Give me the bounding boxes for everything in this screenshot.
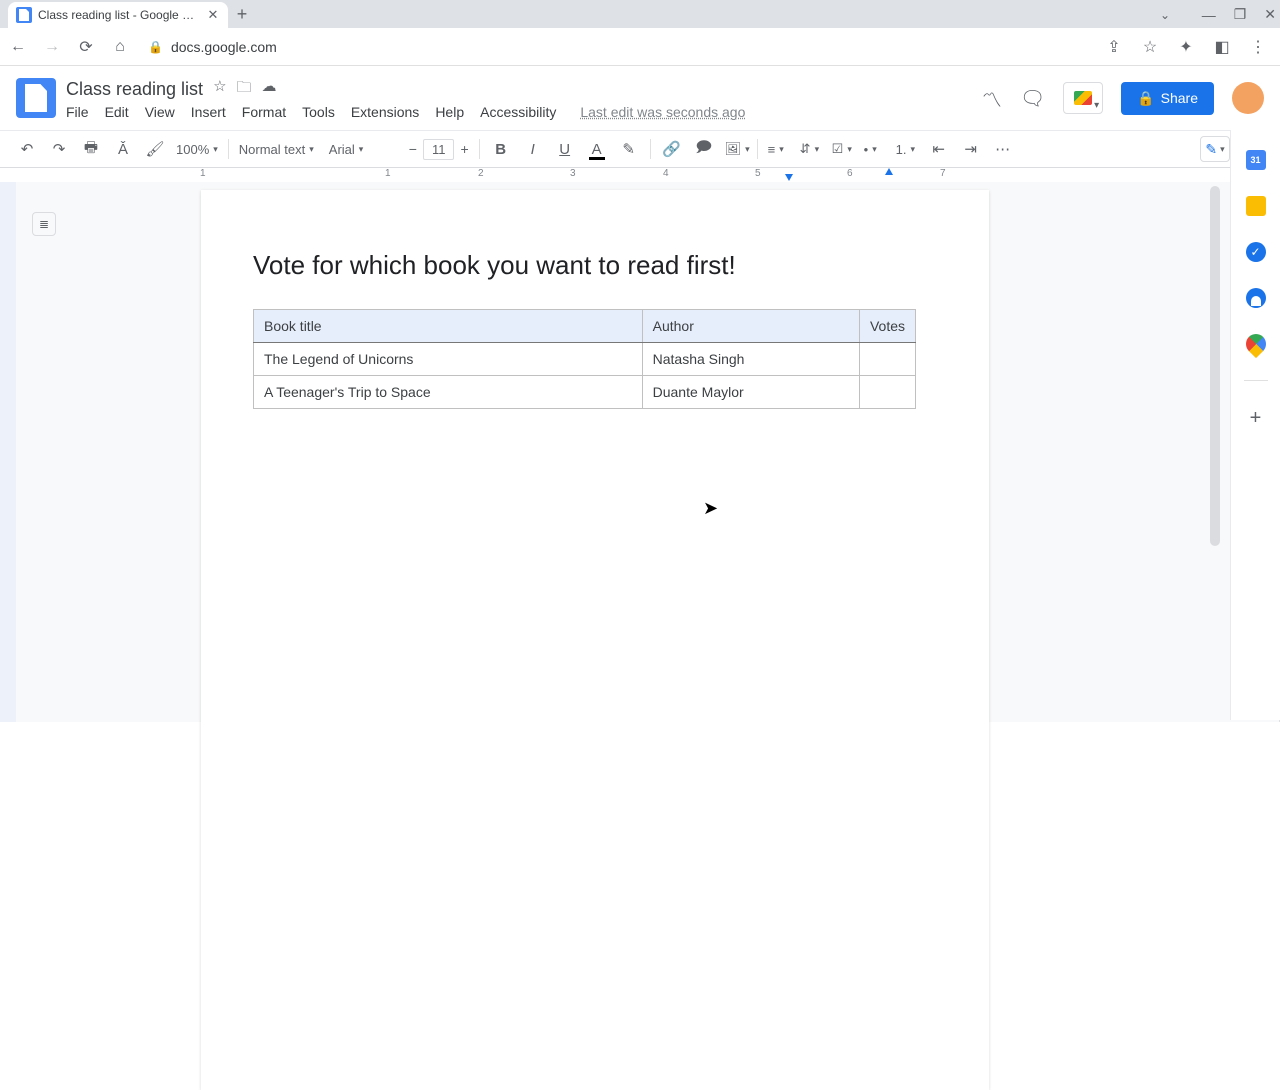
close-window-icon[interactable]: ✕ [1264,6,1276,23]
bold-icon[interactable]: B [490,141,512,158]
bullet-list-icon[interactable]: • [864,142,886,157]
menu-insert[interactable]: Insert [191,104,226,120]
extensions-icon[interactable]: ✦ [1176,37,1196,57]
table-row[interactable]: The Legend of Unicorns Natasha Singh [254,343,916,376]
contacts-icon[interactable] [1246,288,1266,308]
menu-edit[interactable]: Edit [105,104,129,120]
last-edit-link[interactable]: Last edit was seconds ago [580,104,745,120]
vertical-ruler[interactable] [0,182,16,722]
lock-icon: 🔒 [148,40,163,54]
menu-view[interactable]: View [145,104,175,120]
style-select[interactable]: Normal text [239,142,319,157]
decrease-font-icon[interactable]: − [409,141,417,157]
menu-help[interactable]: Help [435,104,464,120]
col-author[interactable]: Author [642,310,859,343]
forward-icon[interactable]: → [42,38,62,56]
comment-add-icon[interactable]: 🗩 [693,137,715,162]
share-label: Share [1161,90,1198,106]
book-table[interactable]: Book title Author Votes The Legend of Un… [253,309,916,409]
bookmark-icon[interactable]: ☆ [1140,37,1160,57]
print-icon[interactable]: 🖶 [80,137,102,162]
address-bar[interactable]: 🔒 docs.google.com [142,39,1092,55]
sidepanel-icon[interactable]: ◧ [1212,37,1232,57]
link-icon[interactable]: 🔗 [661,140,683,158]
reload-icon[interactable]: ⟳ [76,37,96,57]
underline-icon[interactable]: U [554,141,576,158]
align-icon[interactable]: ≡ [768,142,790,157]
doc-heading[interactable]: Vote for which book you want to read fir… [253,250,937,281]
canvas: ≣ Vote for which book you want to read f… [0,182,1280,722]
image-insert-icon[interactable]: 🖼 [725,141,747,157]
side-panel: + [1230,130,1280,720]
calendar-icon[interactable] [1246,150,1266,170]
cloud-status-icon[interactable]: ☁ [262,77,277,102]
keep-icon[interactable] [1246,196,1266,216]
indent-marker-icon[interactable] [785,174,793,181]
toolbar: ↶ ↷ 🖶 Ǎ 🖌 100% Normal text Arial − 11 + … [0,130,1280,168]
highlight-icon[interactable]: ✎ [618,140,640,158]
chrome-menu-icon[interactable]: ⋮ [1248,37,1268,57]
document-page[interactable]: Vote for which book you want to read fir… [201,190,989,1090]
editing-mode-button[interactable]: ✎ [1200,136,1230,162]
increase-font-icon[interactable]: + [460,141,468,157]
browser-tab-strip: Class reading list - Google Docs ✕ + ⌄ ―… [0,0,1280,28]
move-icon[interactable]: 🗀 [237,77,252,102]
close-tab-icon[interactable]: ✕ [206,8,220,22]
url-text: docs.google.com [171,39,277,55]
meet-button[interactable] [1063,82,1103,114]
new-tab-button[interactable]: + [228,0,256,28]
indent-icon[interactable]: ⇥ [960,140,982,158]
account-avatar[interactable] [1232,82,1264,114]
checklist-icon[interactable]: ☑ [832,141,854,157]
docs-header: Class reading list ☆ 🗀 ☁ File Edit View … [0,66,1280,130]
share-page-icon[interactable]: ⇪ [1104,37,1124,57]
address-bar-row: ← → ⟳ ⌂ 🔒 docs.google.com ⇪ ☆ ✦ ◧ ⋮ [0,28,1280,66]
menu-file[interactable]: File [66,104,89,120]
back-icon[interactable]: ← [8,38,28,56]
line-spacing-icon[interactable]: ⇵ [800,141,822,157]
outdent-icon[interactable]: ⇤ [928,140,950,158]
menu-accessibility[interactable]: Accessibility [480,104,556,120]
zoom-select[interactable]: 100% [176,142,218,157]
outline-toggle-icon[interactable]: ≣ [32,212,56,236]
star-icon[interactable]: ☆ [213,77,226,102]
table-row[interactable]: A Teenager's Trip to Space Duante Maylor [254,376,916,409]
maps-icon[interactable] [1241,330,1269,358]
tabs-chevron-icon[interactable]: ⌄ [1160,8,1170,22]
maximize-icon[interactable]: ❐ [1234,6,1247,23]
number-list-icon[interactable]: 1. [896,142,918,157]
scrollbar[interactable] [1209,182,1221,722]
meet-icon [1074,91,1092,105]
paint-format-icon[interactable]: 🖌 [144,140,166,158]
more-tools-icon[interactable]: ⋯ [992,140,1014,158]
comments-icon[interactable]: 🗨 [1020,86,1045,111]
col-votes[interactable]: Votes [859,310,915,343]
doc-title[interactable]: Class reading list [66,79,203,100]
lock-share-icon: 🔒 [1137,90,1154,107]
font-size-input[interactable]: 11 [423,139,455,160]
activity-icon[interactable]: 〽 [982,84,1002,113]
home-icon[interactable]: ⌂ [110,38,130,56]
menu-format[interactable]: Format [242,104,286,120]
col-title[interactable]: Book title [254,310,643,343]
menu-tools[interactable]: Tools [302,104,335,120]
redo-icon[interactable]: ↷ [48,140,70,158]
italic-icon[interactable]: I [522,141,544,158]
share-button[interactable]: 🔒 Share [1121,82,1214,115]
right-indent-marker-icon[interactable] [885,168,893,175]
menu-bar: File Edit View Insert Format Tools Exten… [66,104,745,120]
tab-title: Class reading list - Google Docs [38,8,200,22]
spellcheck-icon[interactable]: Ǎ [112,141,134,158]
menu-extensions[interactable]: Extensions [351,104,419,120]
addons-plus-icon[interactable]: + [1250,407,1262,430]
browser-tab[interactable]: Class reading list - Google Docs ✕ [8,2,228,28]
text-color-icon[interactable]: A [586,141,608,158]
font-select[interactable]: Arial [329,142,399,157]
minimize-icon[interactable]: ― [1202,7,1216,23]
tasks-icon[interactable] [1246,242,1266,262]
docs-logo-icon[interactable] [16,78,56,118]
docs-favicon-icon [16,7,32,23]
undo-icon[interactable]: ↶ [16,140,38,158]
ruler[interactable]: 1 1 2 3 4 5 6 7 [0,168,1280,182]
